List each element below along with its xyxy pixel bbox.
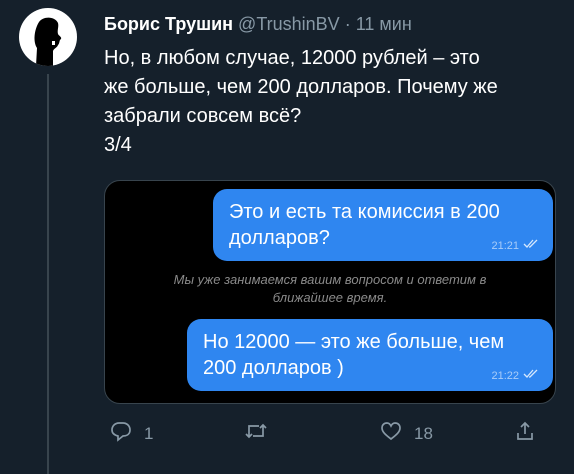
reply-button[interactable]: 1 [110,420,153,447]
tweet-text-line: забрали совсем всё? [104,105,302,127]
retweet-button[interactable] [244,420,280,447]
reply-icon [110,420,132,447]
like-button[interactable]: 18 [380,420,433,447]
chat-line: Но 12000 — это же больше, чем [203,331,505,353]
separator-dot: · [344,14,351,34]
chat-bubble-meta: 21:22 [491,369,539,382]
double-check-icon [523,239,539,252]
chat-bubble-meta: 21:21 [491,239,539,252]
like-icon [380,420,402,447]
chat-time: 21:22 [491,369,519,382]
tweet-header: Борис Трушин @TrushinBV · 11 мин [104,12,412,36]
system-message-line: Мы уже занимаемся вашим вопросом и ответ… [173,272,487,287]
system-message-line: ближайшее время. [272,290,388,305]
share-icon [514,420,536,447]
avatar[interactable] [19,8,77,66]
tweet-text-line: Но, в любом случае, 12000 рублей – это [104,47,480,69]
tweet-text-line: 3/4 [104,134,132,156]
chat-bubble-text: Это и есть та комиссия в 200 долларов? [229,199,500,251]
chat-bubble-outgoing: Это и есть та комиссия в 200 долларов? 2… [213,189,553,261]
tweet-text-line: же больше, чем 200 долларов. Почему же [104,76,498,98]
reply-count: 1 [144,423,154,443]
chat-bubble-outgoing: Но 12000 — это же больше, чем 200 доллар… [187,319,553,391]
chat-line: Это и есть та комиссия в 200 [229,201,500,223]
tweet-text: Но, в любом случае, 12000 рублей – это ж… [104,44,564,160]
author-handle[interactable]: @TrushinBV [238,14,340,34]
chat-line: 200 долларов ) [203,357,344,379]
system-message: Мы уже занимаемся вашим вопросом и ответ… [105,271,555,307]
chat-line: долларов? [229,227,330,249]
tweet-actions: 1 18 [104,420,554,452]
attached-screenshot[interactable]: Это и есть та комиссия в 200 долларов? 2… [104,180,556,404]
chat-time: 21:21 [491,239,519,252]
thread-line [47,74,49,474]
double-check-icon [523,369,539,382]
tweet-time[interactable]: 11 мин [356,14,412,34]
author-name[interactable]: Борис Трушин [104,14,233,34]
share-button[interactable] [514,420,536,447]
chat-bubble-text: Но 12000 — это же больше, чем 200 доллар… [203,329,504,381]
like-count: 18 [414,423,433,443]
retweet-icon [244,420,268,447]
